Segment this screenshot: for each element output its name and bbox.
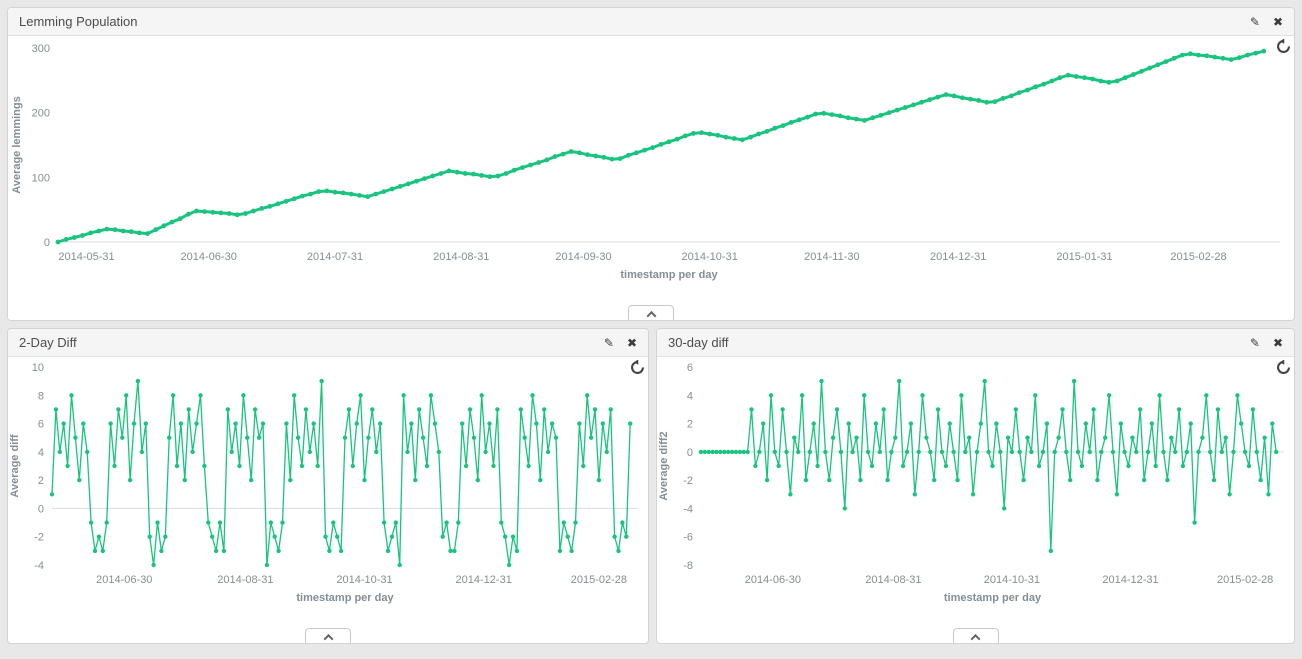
svg-text:6: 6: [38, 419, 44, 431]
svg-text:-4: -4: [683, 503, 693, 515]
panel-title: 2-Day Diff: [19, 335, 77, 350]
close-panel-icon[interactable]: ✖: [1273, 16, 1283, 28]
svg-text:4: 4: [38, 447, 44, 459]
panel-drag-handle[interactable]: Lemming Population ✎ ✖: [8, 8, 1294, 36]
panel-30-day-diff: 30-day diff ✎ ✖ -8 -6 -4 -2 0 2 4 6 2014-06-30 20…: [656, 328, 1295, 644]
svg-text:6: 6: [687, 362, 693, 374]
svg-text:2015-02-28: 2015-02-28: [571, 574, 627, 586]
collapse-panel-button[interactable]: [305, 628, 351, 643]
svg-text:2014-07-31: 2014-07-31: [307, 251, 363, 263]
svg-text:8: 8: [38, 390, 44, 402]
svg-text:2: 2: [687, 419, 693, 431]
collapse-panel-button[interactable]: [953, 628, 999, 643]
svg-text:10: 10: [32, 362, 44, 374]
svg-text:300: 300: [32, 43, 50, 55]
circular-arrow-icon[interactable]: [1276, 360, 1291, 375]
svg-text:timestamp per day: timestamp per day: [944, 592, 1042, 604]
svg-text:2014-11-30: 2014-11-30: [804, 251, 859, 263]
svg-text:2014-08-31: 2014-08-31: [865, 574, 921, 586]
panel-drag-handle[interactable]: 30-day diff ✎ ✖: [657, 329, 1294, 357]
collapse-panel-button[interactable]: [628, 305, 674, 320]
panel-drag-handle[interactable]: 2-Day Diff ✎ ✖: [8, 329, 648, 357]
svg-text:2014-09-30: 2014-09-30: [555, 251, 611, 263]
svg-text:-2: -2: [683, 475, 693, 487]
edit-panel-icon[interactable]: ✎: [1250, 16, 1260, 28]
circular-arrow-icon[interactable]: [1276, 39, 1291, 54]
svg-text:Average lemmings: Average lemmings: [11, 96, 23, 193]
svg-text:2014-06-30: 2014-06-30: [96, 574, 152, 586]
svg-text:-4: -4: [34, 560, 44, 572]
edit-panel-icon[interactable]: ✎: [604, 337, 614, 349]
svg-text:0: 0: [687, 447, 693, 459]
svg-text:timestamp per day: timestamp per day: [296, 592, 394, 604]
thirty-day-diff-chart[interactable]: -8 -6 -4 -2 0 2 4 6 2014-06-30 2014-08-31 2014-10-…: [657, 357, 1294, 615]
svg-text:2015-02-28: 2015-02-28: [1170, 251, 1226, 263]
lemming-population-chart[interactable]: 0 100 200 300 2014-05-31 2014-06-30 2014-07-31…: [8, 36, 1294, 288]
chevron-up-icon: [646, 311, 656, 321]
svg-text:200: 200: [32, 108, 50, 120]
panel-title: 30-day diff: [668, 335, 728, 350]
svg-text:Average diff2: Average diff2: [658, 431, 670, 500]
svg-text:2014-10-31: 2014-10-31: [682, 251, 738, 263]
chevron-up-icon: [971, 634, 981, 644]
svg-text:2014-06-30: 2014-06-30: [745, 574, 801, 586]
chart-area: -8 -6 -4 -2 0 2 4 6 2014-06-30 2014-08-31 2014-10-…: [657, 357, 1294, 615]
svg-text:2014-10-31: 2014-10-31: [336, 574, 392, 586]
circular-arrow-icon[interactable]: [630, 360, 645, 375]
chevron-up-icon: [323, 634, 333, 644]
svg-text:2015-02-28: 2015-02-28: [1217, 574, 1273, 586]
svg-text:Average diff: Average diff: [9, 434, 21, 498]
svg-text:2014-10-31: 2014-10-31: [984, 574, 1040, 586]
svg-text:2014-06-30: 2014-06-30: [181, 251, 237, 263]
svg-text:2014-05-31: 2014-05-31: [58, 251, 114, 263]
two-day-diff-chart[interactable]: -4 -2 0 2 4 6 8 10 2014-06-30 2014-08-31 2014-10-3…: [8, 357, 648, 615]
chart-area: 0 100 200 300 2014-05-31 2014-06-30 2014-07-31…: [8, 36, 1294, 288]
close-panel-icon[interactable]: ✖: [627, 337, 637, 349]
svg-text:-2: -2: [34, 532, 44, 544]
svg-text:0: 0: [44, 237, 50, 249]
edit-panel-icon[interactable]: ✎: [1250, 337, 1260, 349]
bottom-row: 2-Day Diff ✎ ✖ -4 -2 0 2 4 6 8 10 2014-06-30 2014…: [7, 328, 1295, 644]
svg-text:timestamp per day: timestamp per day: [620, 269, 718, 281]
svg-text:0: 0: [38, 503, 44, 515]
svg-text:2014-12-31: 2014-12-31: [1102, 574, 1158, 586]
panel-2-day-diff: 2-Day Diff ✎ ✖ -4 -2 0 2 4 6 8 10 2014-06-30 2014…: [7, 328, 649, 644]
svg-text:2014-12-31: 2014-12-31: [930, 251, 986, 263]
dashboard: Lemming Population ✎ ✖ 01002003002014-05…: [0, 0, 1302, 659]
svg-text:2014-08-31: 2014-08-31: [217, 574, 273, 586]
panel-lemming-population: Lemming Population ✎ ✖ 0 100 200 300 2014-05…: [7, 7, 1295, 321]
svg-text:4: 4: [687, 390, 693, 402]
svg-text:-8: -8: [683, 560, 693, 572]
panel-header-icons: ✎ ✖: [1250, 337, 1283, 349]
close-panel-icon[interactable]: ✖: [1273, 337, 1283, 349]
panel-title: Lemming Population: [19, 14, 138, 29]
panel-header-icons: ✎ ✖: [1250, 16, 1283, 28]
svg-text:2015-01-31: 2015-01-31: [1056, 251, 1112, 263]
svg-text:2: 2: [38, 475, 44, 487]
svg-text:2014-12-31: 2014-12-31: [456, 574, 512, 586]
svg-text:100: 100: [32, 172, 50, 184]
svg-text:-6: -6: [683, 532, 693, 544]
chart-area: -4 -2 0 2 4 6 8 10 2014-06-30 2014-08-31 2014-10-3…: [8, 357, 648, 615]
panel-header-icons: ✎ ✖: [604, 337, 637, 349]
svg-text:2014-08-31: 2014-08-31: [433, 251, 489, 263]
